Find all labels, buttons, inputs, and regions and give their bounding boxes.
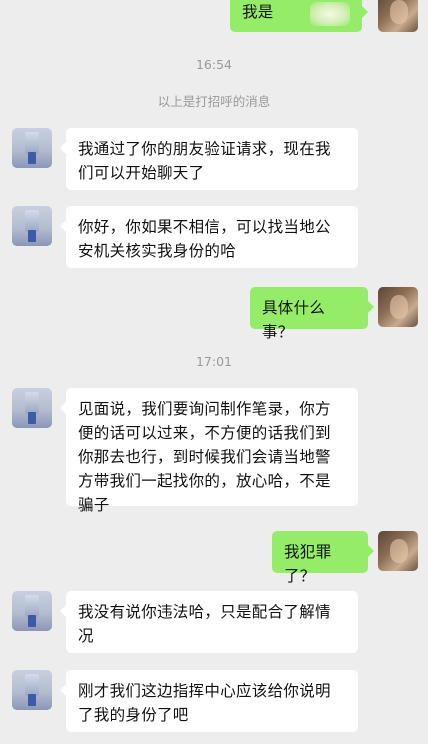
message-bubble-self[interactable]: 我犯罪了？: [272, 531, 374, 585]
message-text: 我是: [242, 3, 274, 21]
message-text: 刚才我们这边指挥中心应该给你说明了我的身份了吧: [78, 682, 331, 724]
avatar-contact[interactable]: [12, 128, 52, 168]
message-text: 我通过了你的朋友验证请求，现在我们可以开始聊天了: [78, 140, 331, 182]
message-bubble-contact[interactable]: 我没有说你违法哈，只是配合了解情况: [60, 591, 358, 653]
message-bubble-contact[interactable]: 你好，你如果不相信，可以找当地公安机关核实我身份的哈: [60, 206, 358, 268]
avatar-contact[interactable]: [12, 591, 52, 631]
system-notice: 以上是打招呼的消息: [157, 94, 271, 109]
message-text: 我没有说你违法哈，只是配合了解情况: [78, 603, 331, 645]
message-text: 具体什么事？: [262, 299, 326, 341]
avatar-self[interactable]: [378, 531, 418, 571]
timestamp: 16:54: [195, 57, 233, 72]
message-text: 见面说，我们要询问制作笔录，你方便的话可以过来，不方便的话我们到你那去也行，到时…: [78, 400, 331, 514]
avatar-contact[interactable]: [12, 206, 52, 246]
message-text: 你好，你如果不相信，可以找当地公安机关核实我身份的哈: [78, 218, 331, 260]
message-bubble-self[interactable]: 具体什么事？: [250, 287, 374, 341]
chat-conversation[interactable]: 我是 16:54 以上是打招呼的消息 我通过了你的朋友验证请求，现在我们可以开始…: [0, 0, 428, 744]
redacted-blur: [310, 2, 350, 26]
avatar-self[interactable]: [378, 287, 418, 327]
avatar-self[interactable]: [378, 0, 418, 32]
message-bubble-contact[interactable]: 刚才我们这边指挥中心应该给你说明了我的身份了吧: [60, 670, 358, 732]
avatar-contact[interactable]: [12, 670, 52, 710]
avatar-contact[interactable]: [12, 388, 52, 428]
timestamp: 17:01: [195, 354, 233, 369]
message-text: 我犯罪了？: [284, 543, 332, 585]
message-bubble-contact[interactable]: 见面说，我们要询问制作笔录，你方便的话可以过来，不方便的话我们到你那去也行，到时…: [60, 388, 358, 514]
message-bubble-contact[interactable]: 我通过了你的朋友验证请求，现在我们可以开始聊天了: [60, 128, 358, 190]
